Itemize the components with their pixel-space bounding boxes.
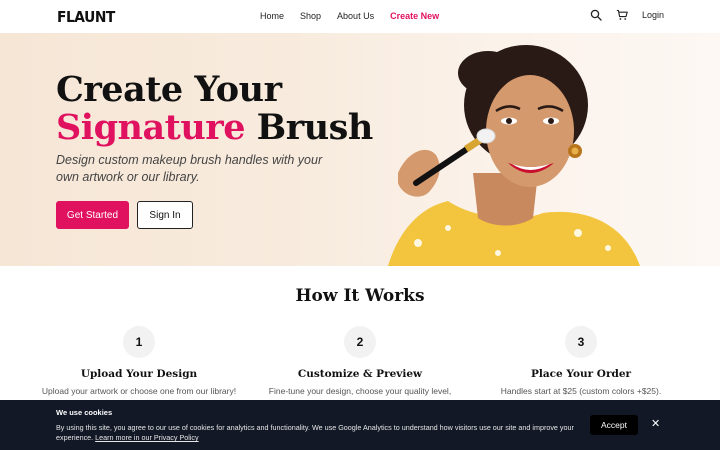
step-upload: 1 Upload Your Design Upload your artwork… bbox=[24, 326, 254, 396]
sign-in-button[interactable]: Sign In bbox=[137, 201, 193, 229]
hero-title-accent: Signature bbox=[56, 107, 246, 148]
privacy-policy-link[interactable]: Learn more in our Privacy Policy bbox=[95, 433, 198, 442]
hero-title: Create Your Signature Brush bbox=[56, 71, 373, 147]
step-description: Upload your artwork or choose one from o… bbox=[41, 386, 237, 396]
cookie-title: We use cookies bbox=[56, 408, 113, 417]
cookie-text: By using this site, you agree to our use… bbox=[56, 423, 586, 443]
step-title: Upload Your Design bbox=[80, 368, 198, 380]
step-number: 3 bbox=[565, 326, 597, 358]
nav-home[interactable]: Home bbox=[260, 11, 284, 21]
nav-about-us[interactable]: About Us bbox=[337, 11, 374, 21]
main-nav: Home Shop About Us Create New bbox=[260, 11, 455, 21]
hero-portrait-image bbox=[388, 45, 640, 266]
cookie-banner: We use cookies By using this site, you a… bbox=[0, 400, 720, 450]
cart-icon[interactable] bbox=[616, 9, 628, 21]
logo[interactable]: FLAUNT bbox=[57, 8, 115, 26]
step-order: 3 Place Your Order Handles start at $25 … bbox=[466, 326, 696, 396]
nav-shop[interactable]: Shop bbox=[300, 11, 321, 21]
login-link[interactable]: Login bbox=[642, 10, 664, 20]
nav-create-new[interactable]: Create New bbox=[390, 11, 439, 21]
close-icon[interactable]: ✕ bbox=[651, 418, 660, 430]
search-icon[interactable] bbox=[590, 9, 602, 21]
header-actions: Login bbox=[590, 9, 664, 21]
get-started-button[interactable]: Get Started bbox=[56, 201, 129, 229]
hero-title-rest: Brush bbox=[245, 107, 374, 148]
hero-subtitle: Design custom makeup brush handles with … bbox=[56, 153, 323, 184]
step-customize: 2 Customize & Preview Fine-tune your des… bbox=[245, 326, 475, 396]
step-number: 1 bbox=[123, 326, 155, 358]
step-description: Fine-tune your design, choose your quali… bbox=[268, 386, 452, 396]
step-title: Customize & Preview bbox=[297, 368, 423, 380]
step-number: 2 bbox=[344, 326, 376, 358]
step-description: Handles start at $25 (custom colors +$25… bbox=[500, 386, 662, 396]
accept-cookies-button[interactable]: Accept bbox=[590, 415, 638, 435]
how-it-works-title: How It Works bbox=[295, 286, 425, 306]
step-title: Place Your Order bbox=[530, 368, 632, 380]
hero-title-line1: Create Your bbox=[56, 69, 282, 110]
site-header: FLAUNT Home Shop About Us Create New Log… bbox=[0, 0, 720, 33]
hero-section: Create Your Signature Brush Design custo… bbox=[0, 33, 720, 266]
